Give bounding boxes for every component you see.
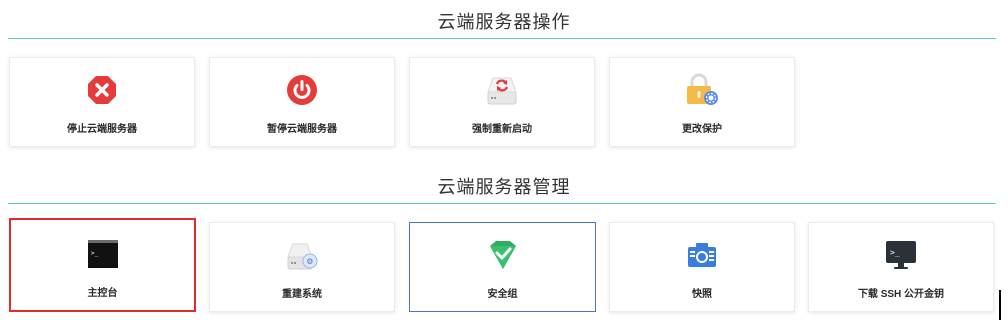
management-section-title: 云端服务器管理 — [437, 177, 571, 197]
security-group-button[interactable]: 安全组 — [409, 222, 596, 312]
force-restart-label: 强制重新启动 — [472, 124, 532, 135]
ssh-terminal-icon: >_ — [883, 237, 919, 273]
console-button[interactable]: >_ 主控台 — [9, 218, 196, 312]
stop-server-label: 停止云端服务器 — [67, 124, 137, 135]
svg-text:>_: >_ — [890, 248, 900, 257]
stop-server-button[interactable]: 停止云端服务器 — [9, 57, 195, 147]
stop-icon — [84, 72, 120, 108]
console-label: 主控台 — [87, 288, 118, 299]
power-icon — [284, 72, 320, 108]
restart-icon — [484, 72, 520, 108]
download-ssh-key-button[interactable]: >_ 下载 SSH 公开金钥 — [808, 222, 994, 312]
pause-server-button[interactable]: 暂停云端服务器 — [209, 57, 395, 147]
change-protection-label: 更改保护 — [682, 124, 722, 135]
lock-settings-icon — [684, 72, 720, 108]
security-group-icon — [485, 237, 521, 273]
camera-icon — [684, 237, 720, 273]
server-actions-page: 云端服务器操作 停止云端服务器 暂停云端服务器 强制重新启动 更改保护 云端服务… — [0, 0, 1008, 324]
rebuild-system-label: 重建系统 — [282, 289, 322, 300]
operations-section-title: 云端服务器操作 — [437, 12, 571, 32]
snapshot-button[interactable]: 快照 — [609, 222, 795, 312]
security-group-label: 安全组 — [487, 289, 518, 300]
management-divider — [8, 203, 996, 204]
svg-text:⚙: ⚙ — [306, 257, 313, 266]
download-ssh-key-label: 下载 SSH 公开金钥 — [857, 289, 945, 300]
text-cursor — [999, 290, 1001, 320]
rebuild-system-button[interactable]: ⚙ 重建系统 — [209, 222, 395, 312]
rebuild-icon: ⚙ — [284, 237, 320, 273]
operations-divider — [8, 38, 996, 39]
console-icon: >_ — [85, 236, 121, 272]
svg-text:>_: >_ — [91, 250, 99, 257]
snapshot-label: 快照 — [692, 289, 712, 300]
force-restart-button[interactable]: 强制重新启动 — [409, 57, 595, 147]
change-protection-button[interactable]: 更改保护 — [609, 57, 795, 147]
pause-server-label: 暂停云端服务器 — [267, 124, 337, 135]
